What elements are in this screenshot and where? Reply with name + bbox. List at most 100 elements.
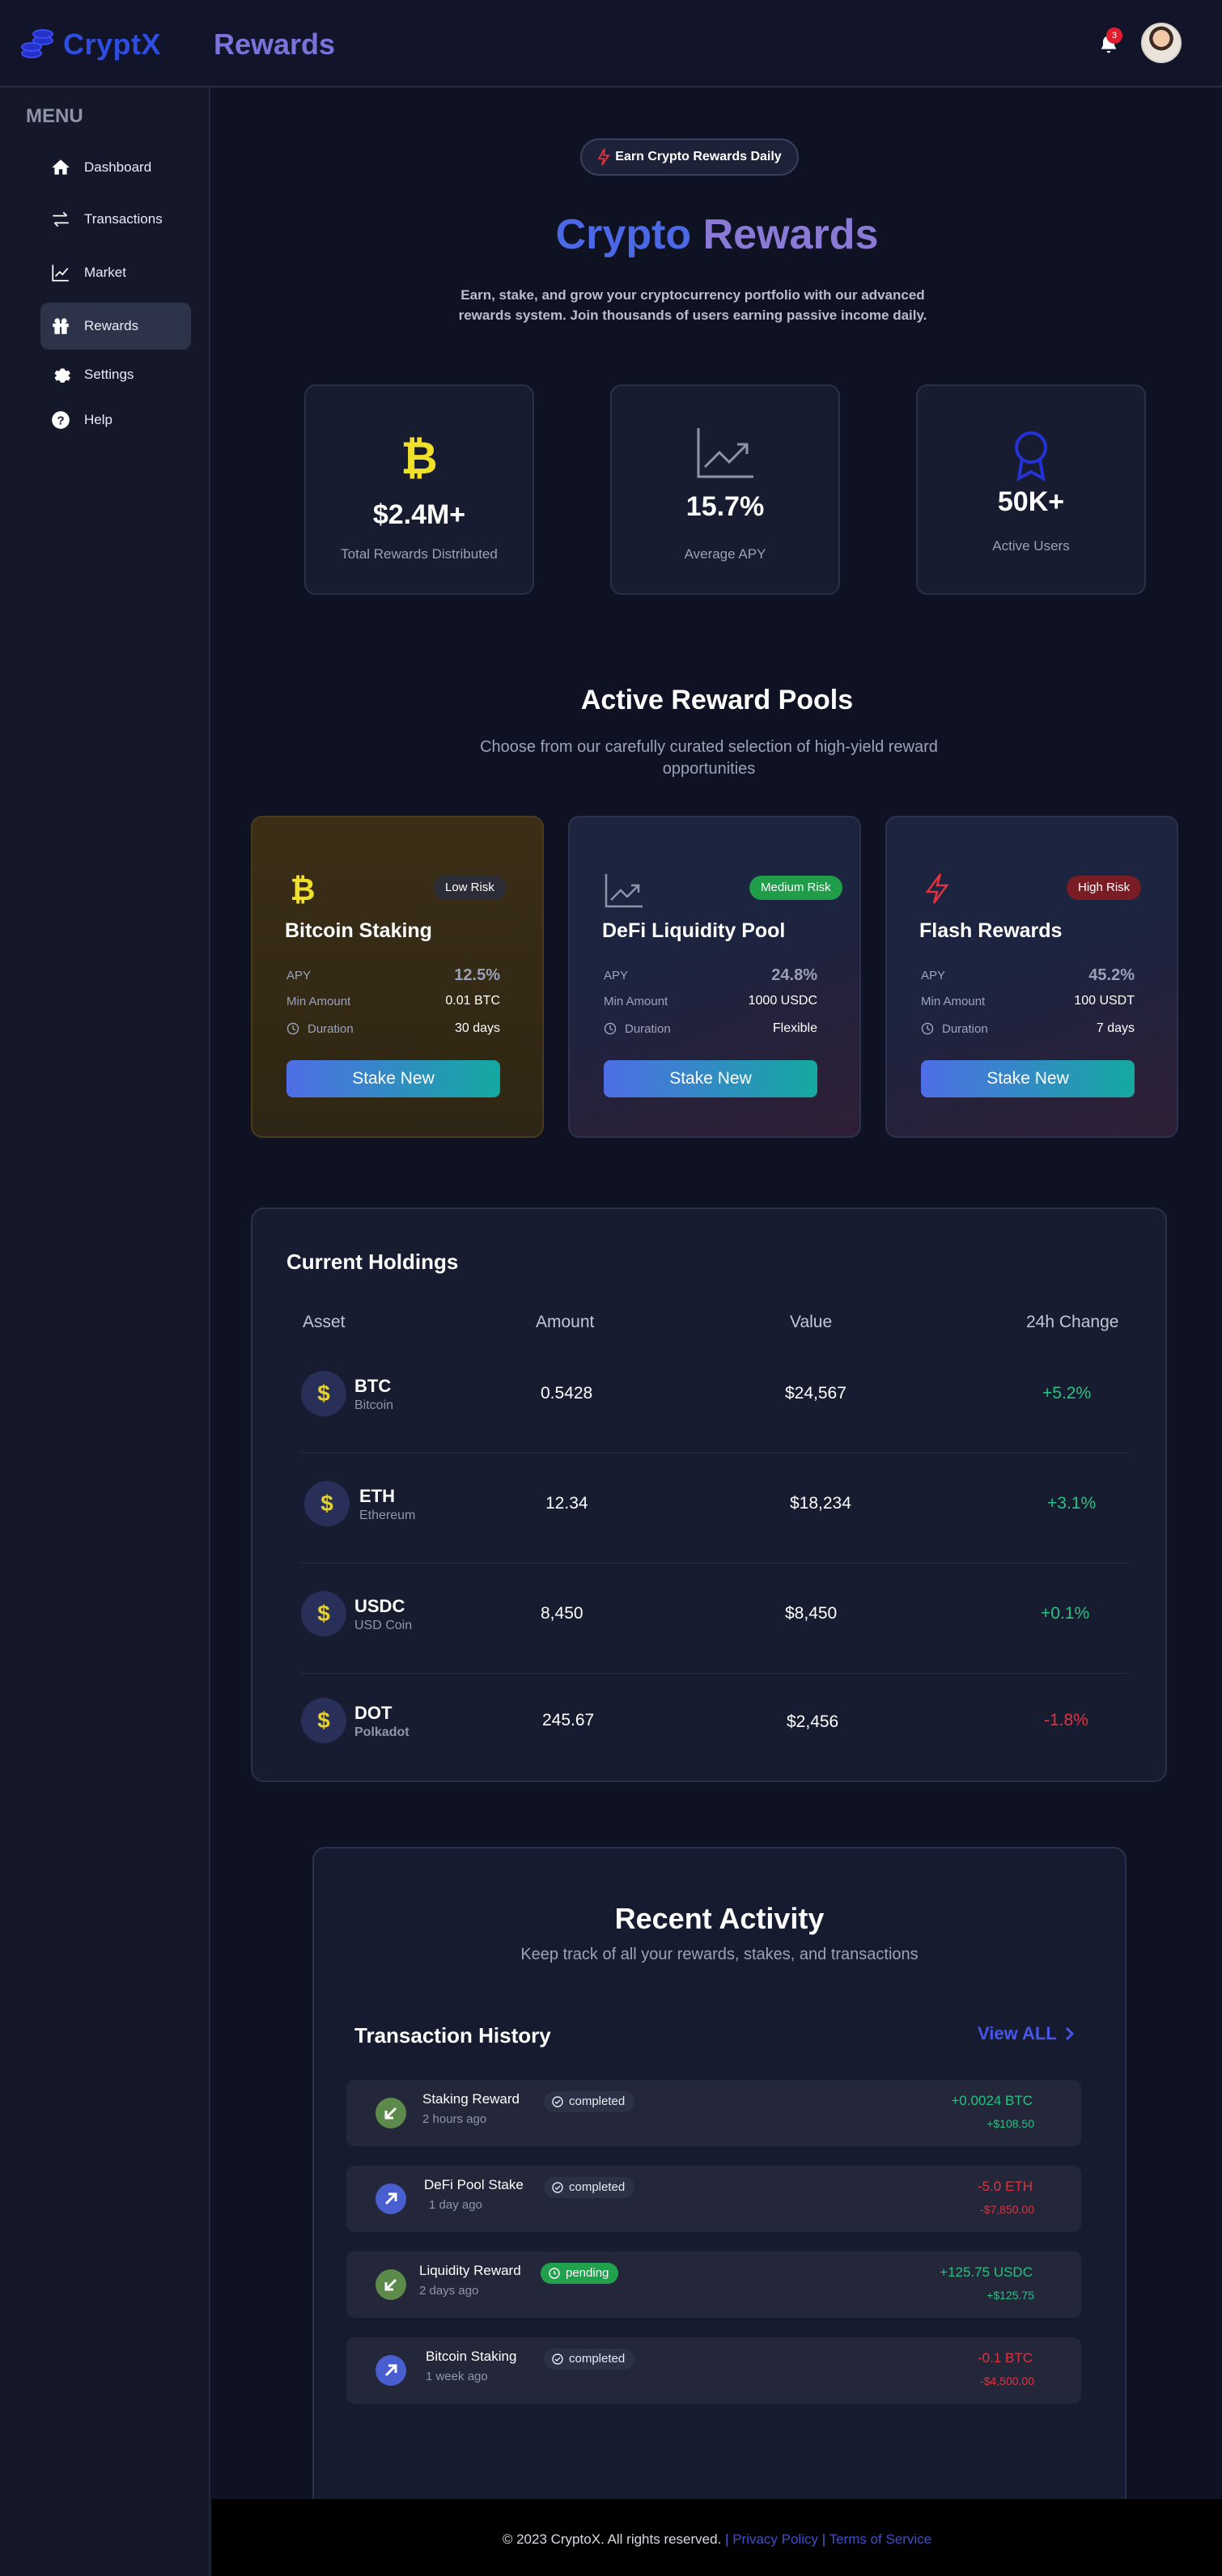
- current-holdings-panel: Current Holdings Asset Amount Value 24h …: [251, 1207, 1167, 1782]
- sidebar-item-transactions[interactable]: Transactions: [40, 196, 191, 243]
- footer-separator: |: [725, 2531, 733, 2547]
- clock-icon: [549, 2268, 560, 2279]
- asset-name: Polkadot: [354, 1725, 409, 1739]
- column-header-value: Value: [790, 1313, 833, 1331]
- min-value: 100 USDT: [1074, 994, 1135, 1008]
- sidebar-item-settings[interactable]: Settings: [40, 351, 191, 398]
- transaction-item[interactable]: Bitcoin Staking 1 week ago completed -0.…: [346, 2337, 1081, 2404]
- stat-card: ₿ $2.4M+ Total Rewards Distributed: [304, 384, 534, 595]
- copyright-text: © 2023 CryptoX. All rights reserved.: [502, 2531, 722, 2547]
- status-badge: completed: [544, 2177, 635, 2198]
- sidebar-item-dashboard[interactable]: Dashboard: [40, 144, 191, 191]
- asset-value: $24,567: [785, 1384, 846, 1403]
- status-badge: pending: [541, 2263, 619, 2284]
- bitcoin-icon: ₿: [291, 872, 316, 905]
- sidebar-item-label: Transactions: [84, 211, 163, 227]
- chart-icon: [52, 265, 69, 282]
- asset-amount: 8,450: [541, 1604, 583, 1623]
- asset-symbol: ETH: [359, 1486, 395, 1506]
- duration-label: Duration: [308, 1021, 354, 1036]
- check-circle-icon: [552, 2182, 563, 2193]
- transaction-amount: +0.0024 BTC: [951, 2093, 1033, 2108]
- apy-value: 45.2%: [1088, 966, 1135, 984]
- footer: © 2023 CryptoX. All rights reserved. | P…: [212, 2499, 1222, 2576]
- min-label: Min Amount: [921, 994, 986, 1008]
- pool-name: Flash Rewards: [919, 919, 1063, 942]
- transaction-item[interactable]: Liquidity Reward 2 days ago pending +125…: [346, 2251, 1081, 2318]
- activity-title: Recent Activity: [614, 1902, 825, 1935]
- coins-logo-icon: [19, 26, 57, 63]
- transaction-name: Liquidity Reward: [419, 2263, 521, 2278]
- duration-label: Duration: [625, 1021, 671, 1036]
- transaction-item[interactable]: Staking Reward 2 hours ago completed +0.…: [346, 2080, 1081, 2146]
- arrow-down-left-icon: [376, 2098, 406, 2128]
- transaction-name: Staking Reward: [422, 2091, 520, 2107]
- home-icon: [52, 159, 70, 175]
- user-avatar[interactable]: [1141, 23, 1182, 63]
- apy-label: APY: [921, 969, 946, 982]
- asset-value: $8,450: [785, 1604, 838, 1623]
- hero-title-word-1: Crypto: [555, 211, 692, 258]
- risk-badge: Low Risk: [434, 876, 506, 900]
- status-badge: completed: [544, 2349, 635, 2370]
- hero-title: Crypto Rewards: [212, 210, 1222, 259]
- activity-subtitle: Keep track of all your rewards, stakes, …: [520, 1946, 919, 1963]
- table-row[interactable]: $ BTC Bitcoin 0.5428 $24,567 +5.2%: [301, 1348, 1128, 1454]
- transaction-amount: -5.0 ETH: [977, 2179, 1033, 2194]
- view-all-label: View ALL: [978, 2023, 1057, 2043]
- asset-name: Ethereum: [359, 1509, 416, 1522]
- arrow-down-left-icon: [376, 2269, 406, 2300]
- table-row[interactable]: $ DOT Polkadot 245.67 $2,456 -1.8%: [301, 1674, 1128, 1774]
- sidebar-item-help[interactable]: ? Help: [40, 397, 191, 443]
- table-row[interactable]: $ USDC USD Coin 8,450 $8,450 +0.1%: [301, 1564, 1128, 1674]
- holdings-title: Current Holdings: [286, 1250, 459, 1274]
- sidebar-item-label: Settings: [84, 367, 134, 382]
- arrow-up-right-icon: [376, 2183, 406, 2214]
- privacy-policy-link[interactable]: Privacy Policy: [732, 2531, 818, 2547]
- view-all-link[interactable]: View ALL: [978, 2023, 1075, 2044]
- table-row[interactable]: $ ETH Ethereum 12.34 $18,234 +3.1%: [301, 1454, 1128, 1564]
- notification-badge: 3: [1106, 28, 1122, 44]
- stat-label: Average APY: [684, 546, 766, 562]
- pool-row-duration: Duration 7 days: [921, 1021, 1135, 1036]
- sidebar-item-label: Rewards: [84, 318, 139, 333]
- pool-card-bitcoin: ₿ Low Risk Bitcoin Staking APY 12.5% Min …: [251, 816, 544, 1138]
- sidebar-item-rewards[interactable]: Rewards: [40, 303, 191, 350]
- stake-new-button[interactable]: Stake New: [604, 1060, 817, 1097]
- dollar-icon: $: [301, 1698, 346, 1743]
- bitcoin-icon: ₿: [401, 436, 438, 480]
- terms-of-service-link[interactable]: Terms of Service: [830, 2531, 932, 2547]
- stake-new-button[interactable]: Stake New: [286, 1060, 500, 1097]
- pools-title: Active Reward Pools: [580, 685, 854, 715]
- apy-value: 24.8%: [771, 966, 817, 984]
- clock-icon: [286, 1022, 299, 1035]
- gift-icon: [53, 318, 69, 334]
- risk-badge: High Risk: [1067, 876, 1142, 900]
- chevron-right-icon: [1065, 2026, 1074, 2041]
- apy-value: 12.5%: [454, 966, 500, 984]
- asset-name: Bitcoin: [354, 1398, 394, 1412]
- sidebar-item-market[interactable]: Market: [40, 249, 191, 296]
- svg-text:₿: ₿: [291, 872, 316, 905]
- trend-chart-icon: [697, 428, 753, 478]
- pool-card-defi: Medium Risk DeFi Liquidity Pool APY 24.8%…: [568, 816, 861, 1138]
- stat-value: 50K+: [997, 486, 1065, 517]
- brand-logo[interactable]: CryptX: [19, 24, 161, 65]
- transaction-time: 1 day ago: [429, 2198, 482, 2212]
- transaction-item[interactable]: DeFi Pool Stake 1 day ago completed -5.0…: [346, 2166, 1081, 2232]
- pool-card-flash: High Risk Flash Rewards APY 45.2% Min Amo…: [885, 816, 1178, 1138]
- pool-row-duration: Duration Flexible: [604, 1021, 817, 1036]
- pill-label: Earn Crypto Rewards Daily: [615, 150, 782, 163]
- earn-daily-pill: Earn Crypto Rewards Daily: [580, 138, 799, 176]
- svg-text:₿: ₿: [401, 436, 438, 480]
- status-label: completed: [569, 2094, 626, 2108]
- stake-new-button[interactable]: Stake New: [921, 1060, 1135, 1097]
- transaction-usd: -$4,500.00: [980, 2374, 1034, 2387]
- lightning-icon: [597, 148, 610, 166]
- status-badge: completed: [544, 2091, 635, 2112]
- asset-symbol: DOT: [354, 1703, 392, 1723]
- transaction-time: 1 week ago: [426, 2370, 488, 2383]
- check-circle-icon: [552, 2353, 563, 2365]
- dollar-icon: $: [304, 1481, 350, 1526]
- clock-icon: [921, 1022, 934, 1035]
